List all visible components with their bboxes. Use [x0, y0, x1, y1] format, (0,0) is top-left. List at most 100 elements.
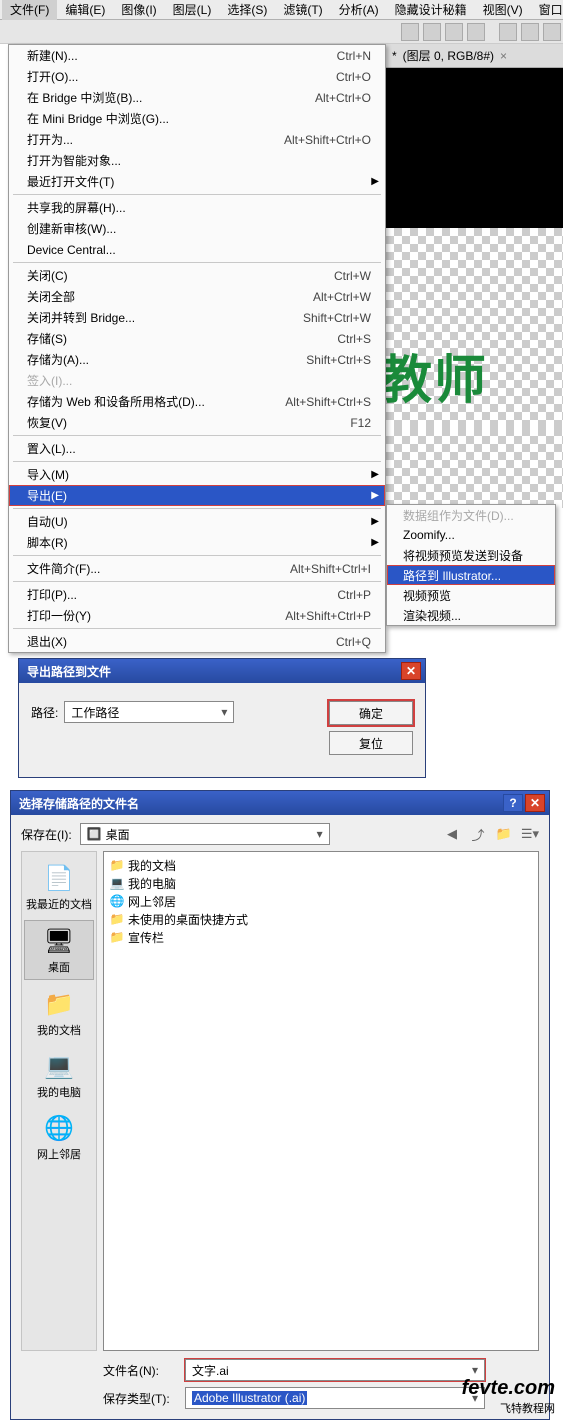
submenu-item[interactable]: 路径到 Illustrator... — [387, 565, 555, 585]
menu-item[interactable]: 关闭全部Alt+Ctrl+W — [9, 286, 385, 307]
toolbar-icon[interactable] — [499, 23, 517, 41]
menu-item[interactable]: 存储(S)Ctrl+S — [9, 328, 385, 349]
toolbar-icon[interactable] — [401, 23, 419, 41]
menu-item[interactable]: 打开为...Alt+Shift+Ctrl+O — [9, 129, 385, 150]
menu-item-shortcut: Shift+Ctrl+W — [303, 311, 371, 325]
menu-item[interactable]: 共享我的屏幕(H)... — [9, 197, 385, 218]
file-list[interactable]: 📁我的文档💻我的电脑🌐网上邻居📁未使用的桌面快捷方式📁宣传栏 — [103, 851, 539, 1351]
filename-input[interactable]: 文字.ai — [185, 1359, 485, 1381]
ok-button[interactable]: 确定 — [329, 701, 413, 725]
path-value: 工作路径 — [71, 704, 119, 721]
path-select[interactable]: 工作路径 — [64, 701, 234, 723]
file-icon: 🌐 — [110, 894, 124, 908]
menu-item-label: 退出(X) — [27, 633, 336, 650]
menu-image[interactable]: 图像(I) — [113, 0, 164, 20]
toolbar-icon[interactable] — [521, 23, 539, 41]
submenu-item[interactable]: 视频预览 — [387, 585, 555, 605]
menu-item[interactable]: 导出(E)▶ — [9, 485, 385, 506]
filetype-select[interactable]: Adobe Illustrator (.ai) — [185, 1387, 485, 1409]
place-item[interactable]: 💻我的电脑 — [24, 1046, 94, 1104]
submenu-item[interactable]: 将视频预览发送到设备 — [387, 545, 555, 565]
up-icon[interactable]: ⤴ — [469, 825, 487, 843]
menu-item[interactable]: 关闭并转到 Bridge...Shift+Ctrl+W — [9, 307, 385, 328]
watermark-line2: 飞特教程网 — [462, 1400, 555, 1416]
menu-item-shortcut: Alt+Ctrl+W — [313, 290, 371, 304]
menu-item[interactable]: 存储为 Web 和设备所用格式(D)...Alt+Shift+Ctrl+S — [9, 391, 385, 412]
menu-item[interactable]: 自动(U)▶ — [9, 511, 385, 532]
menu-item[interactable]: 文件简介(F)...Alt+Shift+Ctrl+I — [9, 558, 385, 579]
menu-item[interactable]: 关闭(C)Ctrl+W — [9, 265, 385, 286]
menu-item[interactable]: 存储为(A)...Shift+Ctrl+S — [9, 349, 385, 370]
menu-item[interactable]: 退出(X)Ctrl+Q — [9, 631, 385, 652]
file-item[interactable]: 💻我的电脑 — [110, 874, 532, 892]
submenu-item[interactable]: 渲染视频... — [387, 605, 555, 625]
menu-item-label: 最近打开文件(T) — [27, 173, 371, 190]
back-icon[interactable]: ◀ — [443, 825, 461, 843]
menu-item[interactable]: 打印一份(Y)Alt+Shift+Ctrl+P — [9, 605, 385, 626]
canvas-text: 教师 — [380, 338, 488, 413]
menu-item[interactable]: 在 Bridge 中浏览(B)...Alt+Ctrl+O — [9, 87, 385, 108]
file-icon: 💻 — [110, 876, 124, 890]
close-button[interactable]: ✕ — [401, 662, 421, 680]
toolbar-icon[interactable] — [445, 23, 463, 41]
menu-item[interactable]: 新建(N)...Ctrl+N — [9, 45, 385, 66]
place-item[interactable]: 🖥桌面 — [24, 920, 94, 980]
toolbar — [0, 20, 563, 44]
toolbar-icon[interactable] — [423, 23, 441, 41]
menu-item-label: 在 Mini Bridge 中浏览(G)... — [27, 110, 371, 127]
toolbar-icon[interactable] — [543, 23, 561, 41]
export-paths-dialog: 导出路径到文件 ✕ 路径: 工作路径 确定 复位 — [18, 658, 426, 778]
file-item[interactable]: 🌐网上邻居 — [110, 892, 532, 910]
new-folder-icon[interactable]: 📁 — [495, 825, 513, 843]
menu-file[interactable]: 文件(F) — [2, 0, 57, 20]
menu-extra: 隐藏设计秘籍 — [387, 0, 475, 20]
file-item[interactable]: 📁我的文档 — [110, 856, 532, 874]
menu-analysis[interactable]: 分析(A) — [331, 0, 387, 20]
menu-item[interactable]: 打印(P)...Ctrl+P — [9, 584, 385, 605]
close-button[interactable]: ✕ — [525, 794, 545, 812]
document-tab[interactable]: * (图层 0, RGB/8#) × — [386, 44, 563, 68]
filename-value: 文字.ai — [192, 1362, 229, 1379]
menu-item[interactable]: 导入(M)▶ — [9, 464, 385, 485]
place-item[interactable]: 📁我的文档 — [24, 984, 94, 1042]
menu-select[interactable]: 选择(S) — [219, 0, 275, 20]
view-menu-icon[interactable]: ☰▾ — [521, 825, 539, 843]
menu-item[interactable]: Device Central... — [9, 239, 385, 260]
file-item[interactable]: 📁未使用的桌面快捷方式 — [110, 910, 532, 928]
menu-filter[interactable]: 滤镜(T) — [275, 0, 330, 20]
dialog-titlebar[interactable]: 导出路径到文件 ✕ — [19, 659, 425, 683]
file-item[interactable]: 📁宣传栏 — [110, 928, 532, 946]
menu-item[interactable]: 脚本(R)▶ — [9, 532, 385, 553]
dialog-titlebar[interactable]: 选择存储路径的文件名 ? ✕ — [11, 791, 549, 815]
place-item[interactable]: 📄我最近的文档 — [24, 858, 94, 916]
place-item[interactable]: 🌐网上邻居 — [24, 1108, 94, 1166]
submenu-item[interactable]: Zoomify... — [387, 525, 555, 545]
submenu-arrow-icon: ▶ — [371, 516, 379, 527]
menu-item[interactable]: 最近打开文件(T)▶ — [9, 171, 385, 192]
menu-item[interactable]: 恢复(V)F12 — [9, 412, 385, 433]
menu-item-label: 恢复(V) — [27, 414, 350, 431]
menu-item-label: 共享我的屏幕(H)... — [27, 199, 371, 216]
menu-item[interactable]: 创建新审核(W)... — [9, 218, 385, 239]
menu-item-label: Device Central... — [27, 243, 371, 257]
toolbar-icon[interactable] — [467, 23, 485, 41]
menu-item[interactable]: 置入(L)... — [9, 438, 385, 459]
close-icon[interactable]: × — [500, 49, 507, 63]
menu-item[interactable]: 打开为智能对象... — [9, 150, 385, 171]
menu-layer[interactable]: 图层(L) — [165, 0, 220, 20]
menu-item[interactable]: 在 Mini Bridge 中浏览(G)... — [9, 108, 385, 129]
reset-button[interactable]: 复位 — [329, 731, 413, 755]
save-in-value: 桌面 — [106, 826, 130, 843]
menu-item-label: 打印(P)... — [27, 586, 337, 603]
menu-window[interactable]: 窗口 — [531, 0, 563, 20]
menu-item-label: 签入(I)... — [27, 372, 371, 389]
submenu-arrow-icon: ▶ — [371, 490, 379, 501]
menu-view[interactable]: 视图(V) — [475, 0, 531, 20]
menu-item-label: 打开(O)... — [27, 68, 336, 85]
save-in-select[interactable]: 🔲 桌面 — [80, 823, 330, 845]
menu-item[interactable]: 打开(O)...Ctrl+O — [9, 66, 385, 87]
place-label: 我的文档 — [37, 1022, 81, 1038]
menu-edit[interactable]: 编辑(E) — [57, 0, 113, 20]
help-button[interactable]: ? — [503, 794, 523, 812]
menu-item-shortcut: Alt+Shift+Ctrl+S — [285, 395, 371, 409]
